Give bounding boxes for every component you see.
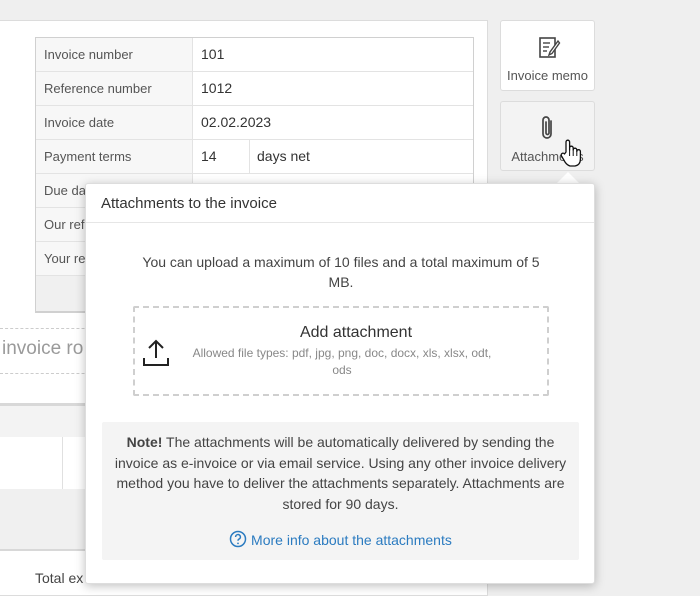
reference-number-field[interactable]: 1012	[194, 72, 232, 105]
divider	[86, 222, 594, 223]
row-label: Invoice number	[36, 38, 193, 71]
table-row: Reference number 1012	[36, 72, 473, 106]
more-info-text: More info about the attachments	[251, 532, 452, 548]
allowed-file-types: Allowed file types: pdf, jpg, png, doc, …	[192, 346, 492, 377]
payment-terms-field[interactable]: 14	[194, 140, 217, 173]
add-attachment-title: Add attachment	[299, 324, 413, 341]
invoice-memo-button[interactable]: Invoice memo	[500, 20, 595, 91]
upload-limit-info: You can upload a maximum of 10 files and…	[142, 254, 540, 290]
more-info-link[interactable]: More info about the attachments	[102, 530, 579, 548]
invoice-memo-label: Invoice memo	[507, 68, 588, 83]
upload-icon	[143, 339, 169, 366]
note-label: Note!	[126, 434, 163, 450]
table-row: Invoice date 02.02.2023	[36, 106, 473, 140]
table-row: Invoice number 101	[36, 38, 473, 72]
paperclip-icon	[542, 116, 552, 139]
invoice-date-field[interactable]: 02.02.2023	[194, 106, 271, 139]
hand-cursor-icon	[560, 139, 582, 167]
row-label: Invoice date	[36, 106, 193, 139]
payment-terms-unit[interactable]: days net	[249, 140, 473, 173]
row-label: Payment terms	[36, 140, 193, 173]
note-box: Note! The attachments will be automatica…	[102, 422, 579, 560]
attachments-popover: Attachments to the invoice You can uploa…	[85, 183, 595, 584]
invoice-number-field[interactable]: 101	[194, 38, 224, 71]
note-body: The attachments will be automatically de…	[114, 434, 567, 512]
memo-icon	[539, 37, 561, 58]
table-row: Payment terms 14 days net	[36, 140, 473, 174]
popover-title: Attachments to the invoice	[101, 195, 277, 212]
note-text: Note! The attachments will be automatica…	[112, 432, 569, 514]
add-attachment-dropzone[interactable]: Add attachment Allowed file types: pdf, …	[133, 306, 549, 396]
row-cell	[0, 437, 62, 490]
total-excl-label: Total ex	[35, 570, 84, 586]
invoice-rows-placeholder: invoice ro	[2, 338, 84, 359]
help-circle-icon	[229, 530, 247, 548]
row-label: Reference number	[36, 72, 193, 105]
